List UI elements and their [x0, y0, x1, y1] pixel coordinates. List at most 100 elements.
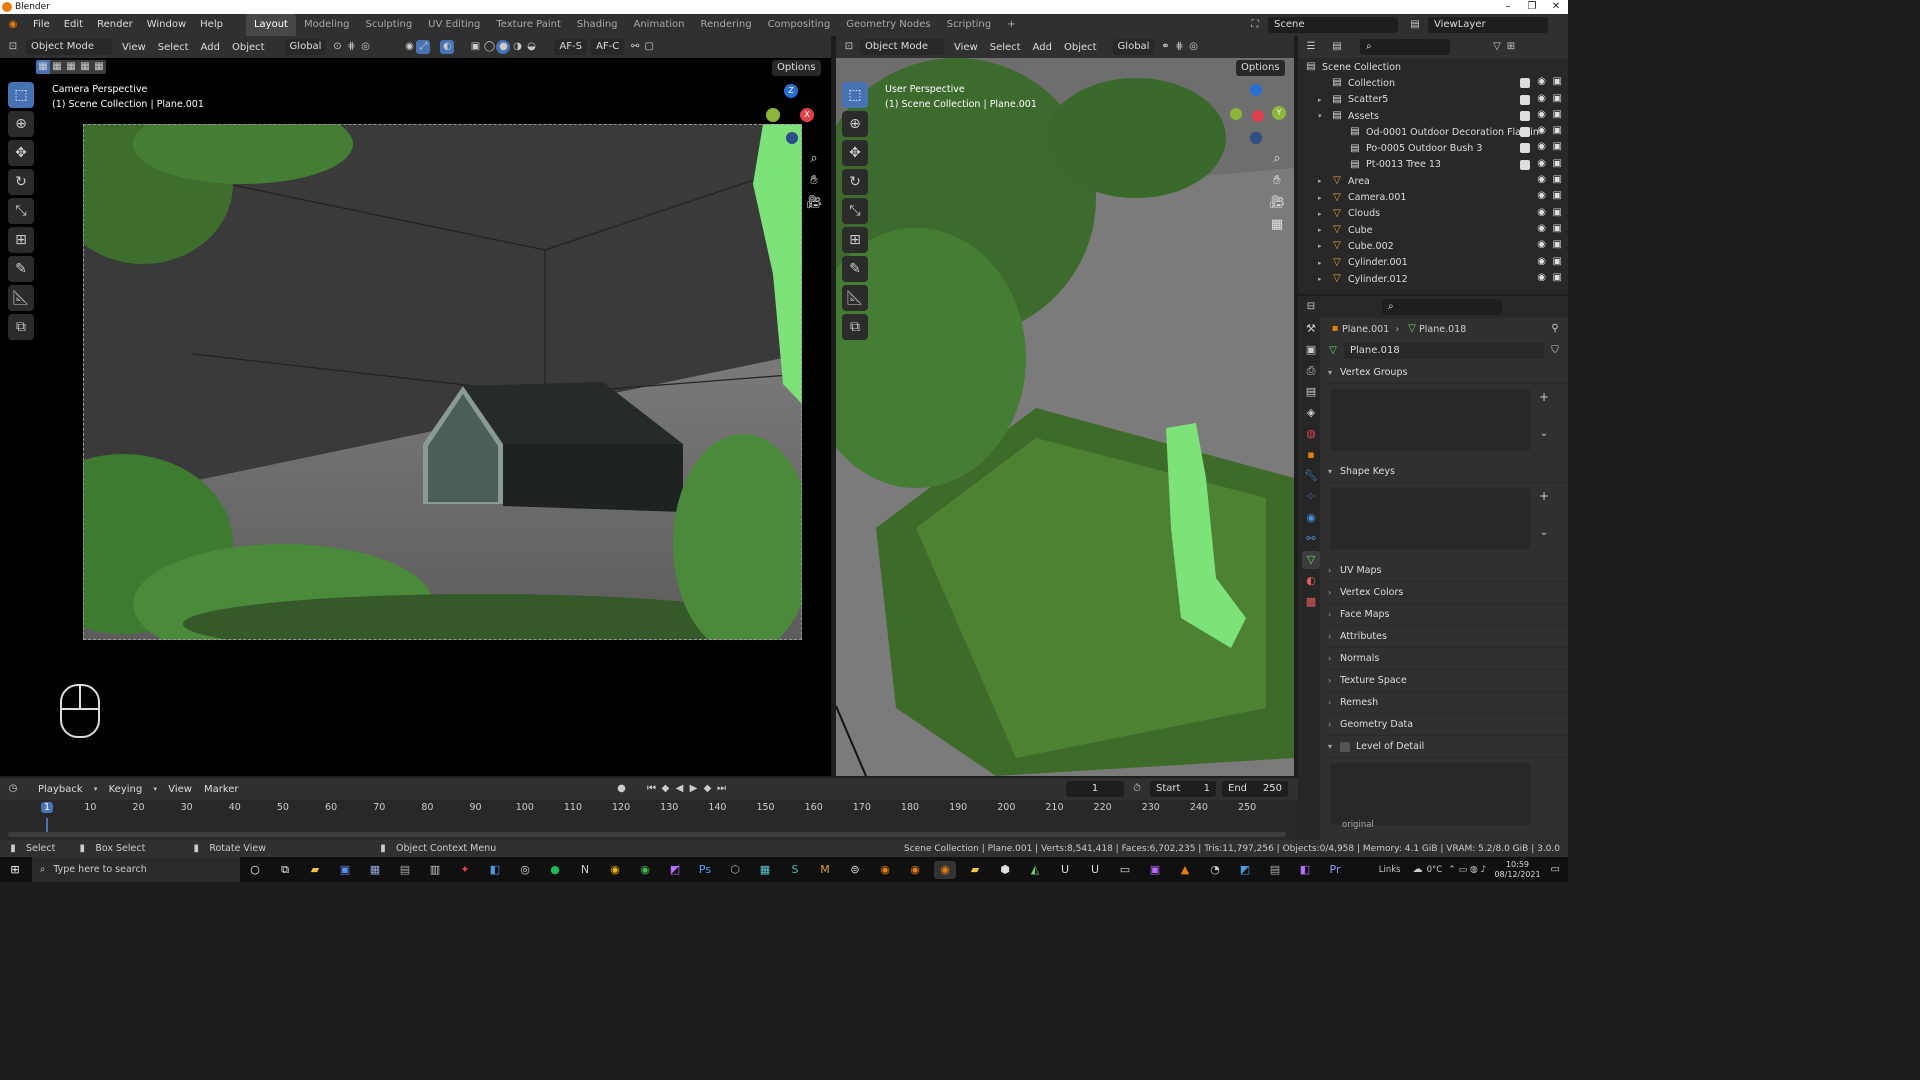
camera-lock-icon[interactable]: ⚯	[628, 40, 642, 54]
app-icon-12[interactable]: M	[814, 861, 836, 879]
outliner-search-input[interactable]: ⌕	[1360, 39, 1450, 55]
record-icon[interactable]: ●	[615, 782, 629, 796]
disclosure-triangle-icon[interactable]: ▸	[1318, 177, 1330, 185]
rotate-tool-right[interactable]: ↻	[842, 169, 868, 195]
viewport-right-menu-select[interactable]: Select	[984, 42, 1027, 53]
link-icon[interactable]: ⚭	[1158, 40, 1172, 54]
camera-view-icon[interactable]: 🎥︎	[803, 192, 825, 214]
blender-taskbar-icon-2[interactable]: ◉	[904, 861, 926, 879]
specials-menu-icon[interactable]: ⌄	[1536, 525, 1552, 541]
photoshop-icon[interactable]: Ps	[694, 861, 716, 879]
outliner-editor-icon[interactable]: ☰	[1304, 40, 1318, 54]
snap-icon[interactable]: ⋕	[344, 40, 358, 54]
property-section-header[interactable]: › Attributes	[1322, 626, 1568, 648]
options-button-left[interactable]: Options	[772, 60, 821, 76]
close-icon[interactable]: ✕	[1544, 0, 1568, 14]
select-new-icon[interactable]: ▦	[36, 60, 50, 74]
mesh-data-tab-icon[interactable]: ▽	[1302, 551, 1320, 569]
blender-menu-icon[interactable]: ◉	[6, 18, 20, 32]
outliner-row[interactable]: ▸ ▽ Cube.002 ◉ ▣	[1298, 238, 1568, 254]
app-icon-17[interactable]: ▣	[1144, 861, 1166, 879]
proportional-icon-right[interactable]: ◎	[1186, 40, 1200, 54]
app-icon-21[interactable]: ◧	[1294, 861, 1316, 879]
viewport-menu-view[interactable]: View	[116, 42, 152, 53]
gizmo-right-y-icon[interactable]: Y	[1272, 106, 1286, 120]
start-frame-field[interactable]: Start 1	[1150, 781, 1216, 797]
af-c-button[interactable]: AF-C	[591, 39, 625, 55]
unreal-icon[interactable]: U	[1054, 861, 1076, 879]
jump-start-icon[interactable]: ⏮	[645, 782, 659, 796]
steam-icon[interactable]: ◔	[1204, 861, 1226, 879]
render-tab-icon[interactable]: ▣	[1302, 341, 1320, 359]
pan-hand-icon-right[interactable]: ✋︎	[1266, 170, 1288, 192]
scene-tab-icon[interactable]: ◈	[1302, 404, 1320, 422]
play-icon[interactable]: ▶	[687, 782, 701, 796]
blender-taskbar-icon-1[interactable]: ◉	[874, 861, 896, 879]
eye-icon[interactable]: ◉	[1537, 239, 1546, 250]
snap-icon-right[interactable]: ⋕	[1172, 40, 1186, 54]
tab-scripting[interactable]: Scripting	[939, 14, 999, 36]
move-tool[interactable]: ✥	[8, 140, 34, 166]
eye-icon[interactable]: ◉	[1537, 158, 1546, 169]
jump-end-icon[interactable]: ⏭	[715, 782, 729, 796]
disclosure-triangle-icon[interactable]: ▸	[1318, 259, 1330, 267]
outliner-row[interactable]: ▸ ▽ Cylinder.012 ◉ ▣	[1298, 271, 1568, 287]
render-camera-icon[interactable]: ▣	[1553, 93, 1562, 104]
app-icon-3[interactable]: ▥	[424, 861, 446, 879]
gizmo-y-icon[interactable]	[766, 108, 780, 122]
render-camera-icon[interactable]: ▣	[1553, 207, 1562, 218]
premiere-icon[interactable]: Pr	[1324, 861, 1346, 879]
taskbar-links[interactable]: Links	[1379, 865, 1401, 875]
navigation-gizmo-right[interactable]: Y	[1228, 84, 1288, 144]
mesh-name-field[interactable]: Plane.018	[1344, 343, 1544, 359]
property-section-header[interactable]: › Texture Space	[1322, 670, 1568, 692]
outliner-row[interactable]: ▸ ▽ Cube ◉ ▣	[1298, 222, 1568, 238]
notification-icon[interactable]: ▭	[1551, 864, 1560, 875]
gizmo-x-icon[interactable]: X	[800, 108, 814, 122]
af-s-button[interactable]: AF-S	[554, 39, 588, 55]
render-camera-icon[interactable]: ▣	[1553, 223, 1562, 234]
weather-icon[interactable]: ☁	[1413, 864, 1423, 875]
render-camera-icon[interactable]: ▣	[1553, 141, 1562, 152]
exclude-checkbox[interactable]	[1520, 159, 1530, 170]
app-icon-8[interactable]: ◩	[664, 861, 686, 879]
chrome-icon[interactable]: ◉	[604, 861, 626, 879]
solid-shading-icon[interactable]: ●	[496, 40, 511, 54]
play-reverse-icon[interactable]: ◀	[673, 782, 687, 796]
mode-selector[interactable]: Object Mode	[26, 39, 112, 55]
outliner-row[interactable]: ▤ Od-0001 Outdoor Decoration Flamin ◉ ▣	[1298, 124, 1568, 140]
chrome-alt-icon[interactable]: ◉	[634, 861, 656, 879]
texture-tab-icon[interactable]: ▩	[1302, 593, 1320, 611]
tab-shading[interactable]: Shading	[569, 14, 626, 36]
material-shading-icon[interactable]: ◑	[510, 40, 524, 54]
windows-start-icon[interactable]: ⊞	[4, 861, 26, 879]
pivot-icon[interactable]: ⊙	[330, 40, 344, 54]
menu-render[interactable]: Render	[90, 14, 140, 36]
add-item-icon[interactable]: +	[1536, 389, 1552, 405]
lod-enable-checkbox[interactable]	[1340, 741, 1350, 752]
render-camera-icon[interactable]: ▣	[1553, 125, 1562, 136]
orientation-selector[interactable]: Global	[284, 39, 327, 55]
visibility-icon[interactable]: ◉	[402, 40, 416, 54]
output-tab-icon[interactable]: ⎙	[1302, 362, 1320, 380]
app-icon-16[interactable]: ▭	[1114, 861, 1136, 879]
app-icon-19[interactable]: ◩	[1234, 861, 1256, 879]
app-icon-1[interactable]: ▣	[334, 861, 356, 879]
overlay-icon[interactable]: ◐	[440, 40, 455, 54]
disclosure-triangle-icon[interactable]: ▸	[1318, 210, 1330, 218]
outliner-row[interactable]: ▸ ▽ Camera.001 ◉ ▣	[1298, 189, 1568, 205]
particles-tab-icon[interactable]: ⁘	[1302, 488, 1320, 506]
fake-user-icon[interactable]: ⛉	[1548, 344, 1562, 358]
pin-icon[interactable]: ⚲	[1548, 322, 1562, 336]
property-section-header[interactable]: › UV Maps	[1322, 560, 1568, 582]
render-camera-icon[interactable]: ▣	[1553, 158, 1562, 169]
property-section-header[interactable]: › Face Maps	[1322, 604, 1568, 626]
select-subtract-icon[interactable]: ▦	[64, 60, 78, 74]
eye-icon[interactable]: ◉	[1537, 223, 1546, 234]
eye-icon[interactable]: ◉	[1537, 76, 1546, 87]
viewport-menu-select[interactable]: Select	[152, 42, 195, 53]
property-section-header[interactable]: › Normals	[1322, 648, 1568, 670]
outliner-row[interactable]: ▤ Po-0005 Outdoor Bush 3 ◉ ▣	[1298, 140, 1568, 156]
view-layer-icon[interactable]: ▤	[1408, 18, 1422, 32]
app-icon-2[interactable]: ▤	[394, 861, 416, 879]
